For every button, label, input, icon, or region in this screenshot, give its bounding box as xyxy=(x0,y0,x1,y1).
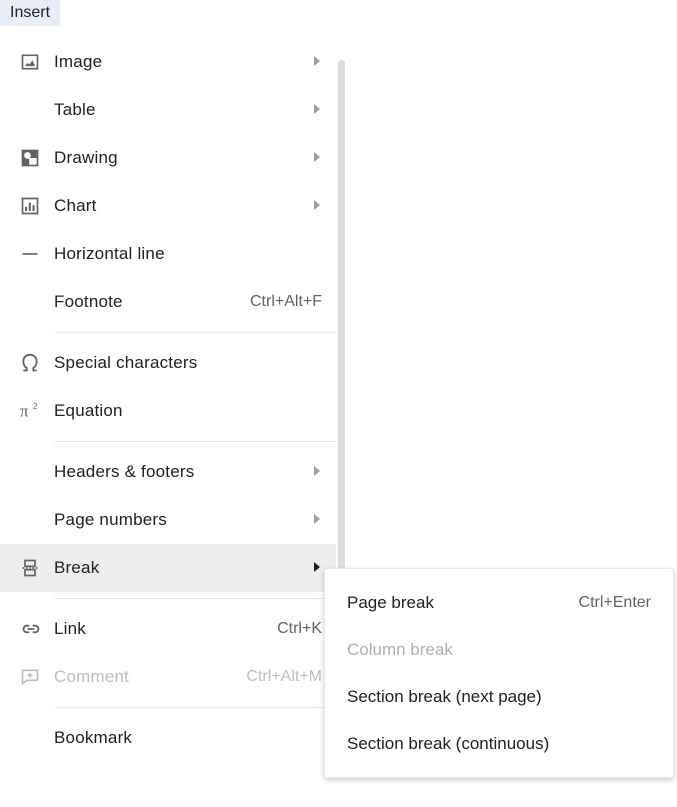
submenu-item-section-next-page[interactable]: Section break (next page) xyxy=(325,673,673,720)
submenu-arrow-icon xyxy=(302,464,322,480)
menu-item-headers-footers[interactable]: Headers & footers xyxy=(0,448,336,496)
menu-item-label: Horizontal line xyxy=(54,244,322,264)
submenu-item-label: Section break (next page) xyxy=(347,687,651,707)
menu-item-image[interactable]: Image xyxy=(0,38,336,86)
menu-separator xyxy=(54,707,336,708)
menu-item-label: Chart xyxy=(54,196,302,216)
insert-dropdown-menu: Image Table Drawing Chart Horizo xyxy=(0,30,336,762)
menu-item-label: Headers & footers xyxy=(54,462,302,482)
break-icon xyxy=(20,558,54,578)
submenu-item-shortcut: Ctrl+Enter xyxy=(579,594,651,612)
break-submenu: Page break Ctrl+Enter Column break Secti… xyxy=(324,568,674,778)
menu-item-footnote[interactable]: Footnote Ctrl+Alt+F xyxy=(0,278,336,326)
equation-icon: π2 xyxy=(20,401,54,421)
submenu-item-label: Column break xyxy=(347,640,651,660)
menu-item-label: Link xyxy=(54,619,277,639)
submenu-item-page-break[interactable]: Page break Ctrl+Enter xyxy=(325,579,673,626)
drawing-icon xyxy=(20,148,54,168)
menu-item-page-numbers[interactable]: Page numbers xyxy=(0,496,336,544)
menu-item-label: Equation xyxy=(54,401,322,421)
special-characters-icon xyxy=(20,352,54,374)
submenu-arrow-icon xyxy=(302,54,322,70)
submenu-arrow-icon xyxy=(302,198,322,214)
submenu-arrow-icon xyxy=(302,560,322,576)
submenu-item-column-break: Column break xyxy=(325,626,673,673)
link-icon xyxy=(20,619,54,639)
svg-text:π: π xyxy=(20,402,29,421)
menu-item-shortcut: Ctrl+Alt+F xyxy=(250,293,322,311)
menu-item-shortcut: Ctrl+K xyxy=(277,620,322,638)
menu-item-label: Table xyxy=(54,100,302,120)
horizontal-line-icon xyxy=(20,244,54,264)
menu-item-special-characters[interactable]: Special characters xyxy=(0,339,336,387)
menu-item-equation[interactable]: π2 Equation xyxy=(0,387,336,435)
menu-item-drawing[interactable]: Drawing xyxy=(0,134,336,182)
comment-icon xyxy=(20,667,54,687)
menu-item-comment: Comment Ctrl+Alt+M xyxy=(0,653,336,701)
menu-item-chart[interactable]: Chart xyxy=(0,182,336,230)
submenu-item-section-continuous[interactable]: Section break (continuous) xyxy=(325,720,673,767)
menu-item-label: Page numbers xyxy=(54,510,302,530)
menu-item-shortcut: Ctrl+Alt+M xyxy=(246,668,322,686)
menu-item-horizontal-line[interactable]: Horizontal line xyxy=(0,230,336,278)
menu-item-label: Footnote xyxy=(54,292,250,312)
menu-item-label: Bookmark xyxy=(54,728,322,748)
chart-icon xyxy=(20,196,54,216)
submenu-item-label: Page break xyxy=(347,593,579,613)
dropdown-scrollbar[interactable] xyxy=(338,60,345,628)
menu-item-label: Break xyxy=(54,558,302,578)
submenu-arrow-icon xyxy=(302,150,322,166)
menu-item-link[interactable]: Link Ctrl+K xyxy=(0,605,336,653)
menu-item-label: Drawing xyxy=(54,148,302,168)
menu-separator xyxy=(54,441,336,442)
menu-separator xyxy=(54,598,336,599)
menu-item-bookmark[interactable]: Bookmark xyxy=(0,714,336,762)
menu-item-table[interactable]: Table xyxy=(0,86,336,134)
menu-item-label: Image xyxy=(54,52,302,72)
menu-item-label: Special characters xyxy=(54,353,322,373)
submenu-arrow-icon xyxy=(302,102,322,118)
image-icon xyxy=(20,52,54,72)
insert-menu-tab[interactable]: Insert xyxy=(0,0,60,26)
menu-separator xyxy=(54,332,336,333)
menu-item-label: Comment xyxy=(54,667,246,687)
submenu-arrow-icon xyxy=(302,512,322,528)
svg-text:2: 2 xyxy=(33,402,38,411)
submenu-item-label: Section break (continuous) xyxy=(347,734,651,754)
menu-item-break[interactable]: Break xyxy=(0,544,336,592)
